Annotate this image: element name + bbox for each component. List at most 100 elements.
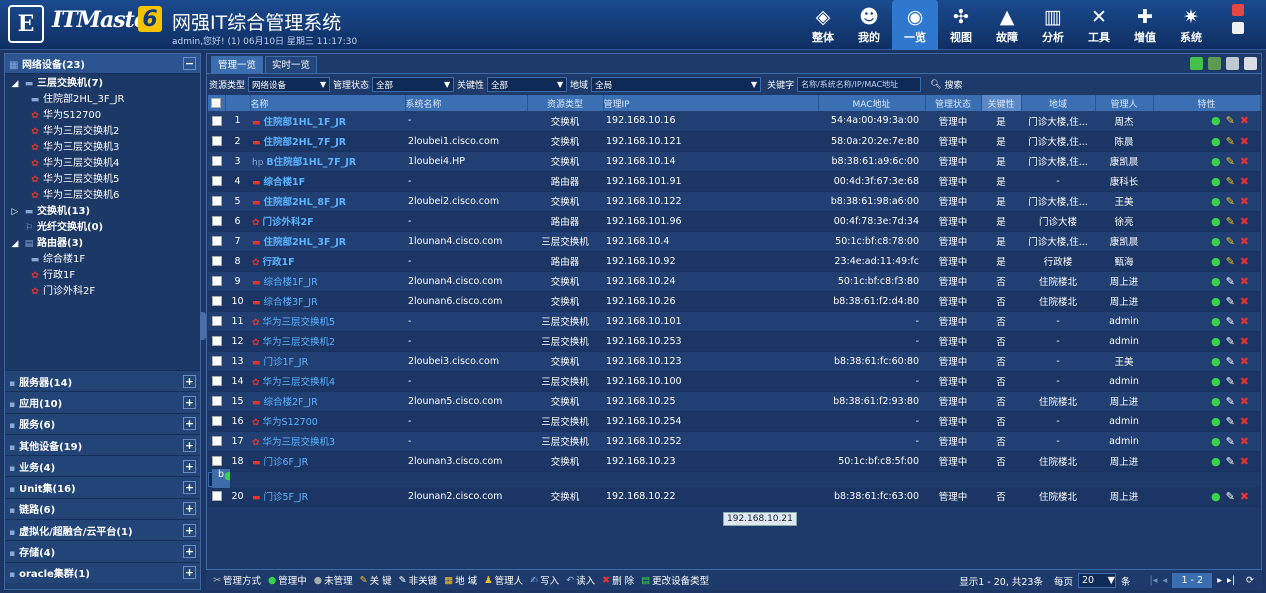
- device-name-cell[interactable]: ✿ 华为三层交换机3: [250, 431, 405, 452]
- key-icon[interactable]: ✎: [1226, 295, 1240, 308]
- delete-icon[interactable]: ✖: [1240, 195, 1254, 208]
- row-checkbox[interactable]: [211, 196, 222, 206]
- device-name-link[interactable]: 门诊6F_JR: [264, 457, 309, 468]
- row-checkbox-cell[interactable]: [208, 191, 225, 212]
- tree-toggle-icon[interactable]: ▷: [9, 204, 21, 220]
- manage-icon[interactable]: ●: [1211, 395, 1226, 408]
- sidebar-category[interactable]: ▪ 其他设备(19) +: [5, 433, 200, 456]
- device-name-cell[interactable]: ▬ 住院部1HL_1F_JR: [250, 111, 405, 132]
- row-checkbox-cell[interactable]: [208, 411, 225, 432]
- tree-node[interactable]: ✿ 华为三层交换机5: [5, 172, 200, 188]
- column-header[interactable]: 管理人: [1095, 95, 1154, 111]
- row-checkbox-cell[interactable]: [208, 151, 225, 172]
- column-header[interactable]: 管理IP: [603, 95, 819, 111]
- expand-button[interactable]: +: [183, 502, 196, 516]
- column-header[interactable]: MAC地址: [818, 95, 926, 111]
- expand-button[interactable]: +: [183, 566, 196, 580]
- sidebar-category[interactable]: ▪ 服务器(14) +: [5, 370, 200, 392]
- select-all-checkbox[interactable]: [211, 97, 222, 108]
- manage-icon[interactable]: ●: [1211, 215, 1226, 228]
- row-checkbox-cell[interactable]: [208, 351, 225, 372]
- region-select[interactable]: 全局 ▼: [591, 77, 762, 92]
- device-name-link[interactable]: B住院部1HL_7F_JR: [266, 157, 356, 168]
- device-name-link[interactable]: 华为S12700: [263, 417, 318, 428]
- device-name-cell[interactable]: ✿ 行政1F: [250, 251, 405, 272]
- tab-management[interactable]: 管理一览: [211, 56, 264, 73]
- action-managed[interactable]: ● 管理中: [268, 573, 307, 588]
- table-row[interactable]: 13 ▬ 门诊1F_JR 2loubei3.cisco.com 交换机 192.168.1…: [208, 351, 1260, 372]
- row-checkbox[interactable]: [211, 136, 222, 146]
- key-icon[interactable]: ✎: [1226, 135, 1240, 148]
- collapse-button[interactable]: −: [183, 57, 196, 70]
- tree-node[interactable]: ✿ 华为三层交换机4: [5, 156, 200, 172]
- action-delete[interactable]: ✖ 删 除: [602, 573, 634, 588]
- tree-node[interactable]: ✿ 行政1F: [5, 268, 200, 284]
- manage-icon[interactable]: ●: [1211, 155, 1226, 168]
- nav-dashboard[interactable]: ◉ 一览: [892, 0, 938, 50]
- device-name-link[interactable]: 综合楼1F: [264, 177, 306, 188]
- tab-realtime[interactable]: 实时一览: [265, 56, 318, 73]
- nav-plus[interactable]: ✚ 增值: [1122, 0, 1168, 50]
- delete-icon[interactable]: ✖: [1240, 235, 1254, 248]
- prev-page-icon[interactable]: ◂: [1162, 575, 1167, 586]
- delete-icon[interactable]: ✖: [1240, 415, 1254, 428]
- column-header[interactable]: 特性: [1153, 95, 1261, 111]
- row-checkbox[interactable]: [211, 416, 222, 426]
- row-checkbox[interactable]: [211, 276, 222, 286]
- last-page-icon[interactable]: ▸|: [1227, 575, 1235, 586]
- tree-node[interactable]: ✿ 华为S12700: [5, 108, 200, 124]
- column-header[interactable]: 管理状态: [925, 95, 982, 111]
- mgmt-select[interactable]: 全部 ▼: [372, 77, 455, 92]
- key-icon[interactable]: ✎: [1226, 275, 1240, 288]
- row-checkbox-cell[interactable]: [208, 211, 225, 232]
- device-name-link[interactable]: 行政1F: [263, 257, 295, 268]
- table-row[interactable]: 18 ▬ 门诊6F_JR 2lounan3.cisco.com 交换机 192.168.1…: [208, 451, 1260, 472]
- device-name-link[interactable]: 门诊1F_JR: [264, 357, 309, 368]
- key-icon[interactable]: ✎: [1226, 175, 1240, 188]
- device-name-link[interactable]: 综合楼1F_JR: [264, 277, 318, 288]
- device-name-link[interactable]: 门诊外科2F: [263, 217, 314, 228]
- sidebar-category[interactable]: ▪ 虚拟化/超融合/云平台(1) +: [5, 519, 200, 541]
- table-row[interactable]: 9 ▬ 综合楼1F_JR 2lounan4.cisco.com 交换机 192.168.1…: [208, 271, 1260, 292]
- manage-icon[interactable]: ●: [1211, 375, 1226, 388]
- table-row[interactable]: 4 ▬ 综合楼1F - 路由器 192.168.101.91 00:4d:3f:67:3e:…: [208, 171, 1260, 192]
- nav-user[interactable]: ☻ 我的: [846, 0, 892, 50]
- tree-node[interactable]: ✿ 门诊外科2F: [5, 284, 200, 300]
- manage-icon[interactable]: ●: [1211, 355, 1226, 368]
- expand-button[interactable]: +: [183, 545, 196, 559]
- manage-icon[interactable]: ●: [1211, 295, 1226, 308]
- device-name-cell[interactable]: ▬ 综合楼1F_JR: [250, 271, 405, 292]
- table-row[interactable]: 19▬门诊4F_JR2lounan1.cisco.com交换机192.168.1…: [208, 469, 230, 489]
- manage-icon[interactable]: ●: [1211, 275, 1226, 288]
- delete-icon[interactable]: ✖: [1240, 295, 1254, 308]
- row-checkbox[interactable]: [211, 356, 222, 366]
- export-icon[interactable]: [1208, 57, 1221, 70]
- device-name-link[interactable]: 华为三层交换机3: [263, 437, 336, 448]
- delete-icon[interactable]: ✖: [1240, 114, 1254, 127]
- row-checkbox-cell[interactable]: [208, 111, 225, 132]
- device-name-link[interactable]: 华为三层交换机4: [263, 377, 336, 388]
- device-name-link[interactable]: 华为三层交换机5: [263, 317, 336, 328]
- device-name-cell[interactable]: hp B住院部1HL_7F_JR: [250, 151, 405, 172]
- column-header[interactable]: 资源类型: [527, 95, 604, 111]
- delete-icon[interactable]: ✖: [1240, 355, 1254, 368]
- sidebar-category[interactable]: ▪ Unit集(16) +: [5, 476, 200, 498]
- device-name-link[interactable]: 住院部2HL_7F_JR: [264, 137, 347, 148]
- key-icon[interactable]: ✎: [1226, 490, 1240, 503]
- nav-topology[interactable]: ✣ 视图: [938, 0, 984, 50]
- per-page-select[interactable]: 20 ▼: [1077, 573, 1116, 588]
- action-write[interactable]: ✍ 写入: [530, 573, 559, 588]
- key-icon[interactable]: ✎: [1226, 235, 1240, 248]
- expand-button[interactable]: +: [183, 417, 196, 431]
- table-row[interactable]: 1 ▬ 住院部1HL_1F_JR - 交换机 192.168.10.16 54:4a:00:…: [208, 111, 1260, 132]
- delete-icon[interactable]: ✖: [1240, 455, 1254, 468]
- row-checkbox[interactable]: [211, 396, 222, 406]
- row-checkbox-cell[interactable]: [208, 231, 225, 252]
- row-checkbox-cell[interactable]: [208, 486, 225, 507]
- action-key[interactable]: ✎ 关 键: [360, 573, 392, 588]
- device-name-cell[interactable]: ▬ 门诊5F_JR: [250, 486, 405, 507]
- row-checkbox-cell[interactable]: [208, 311, 225, 332]
- manage-icon[interactable]: ●: [1211, 235, 1226, 248]
- manage-icon[interactable]: ●: [1211, 455, 1226, 468]
- row-checkbox[interactable]: [211, 436, 222, 446]
